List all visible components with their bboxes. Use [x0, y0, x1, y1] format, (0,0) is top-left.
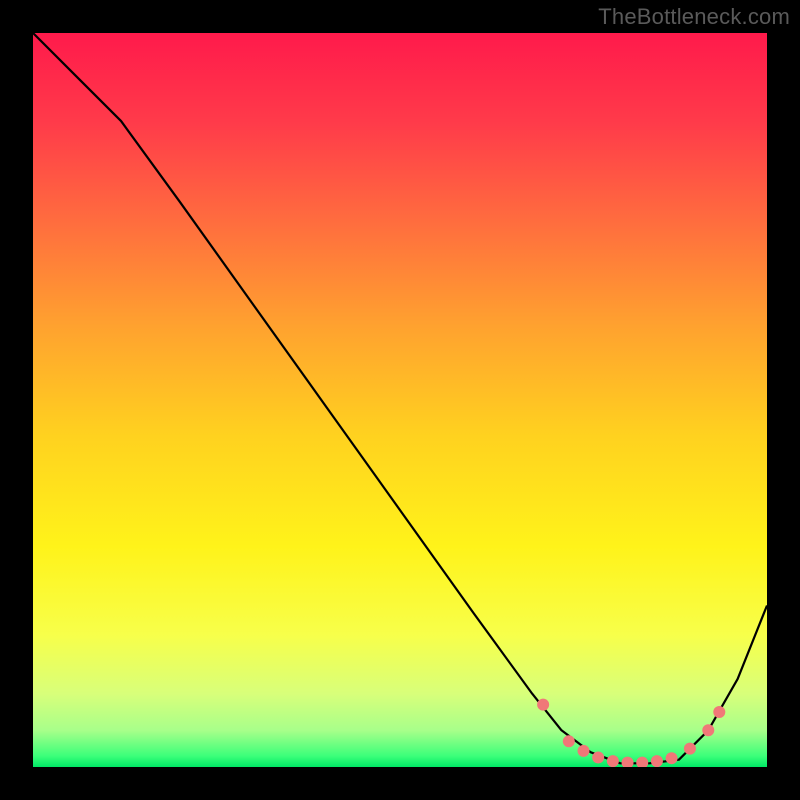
plot-area [33, 33, 767, 767]
marker-point [713, 706, 725, 718]
chart-frame: TheBottleneck.com [0, 0, 800, 800]
marker-point [563, 735, 575, 747]
marker-point [537, 699, 549, 711]
marker-point [651, 755, 663, 767]
marker-point [578, 745, 590, 757]
watermark-text: TheBottleneck.com [598, 4, 790, 30]
gradient-background [33, 33, 767, 767]
marker-point [592, 751, 604, 763]
marker-point [607, 755, 619, 767]
marker-point [684, 743, 696, 755]
chart-svg [33, 33, 767, 767]
marker-point [666, 752, 678, 764]
marker-point [702, 724, 714, 736]
